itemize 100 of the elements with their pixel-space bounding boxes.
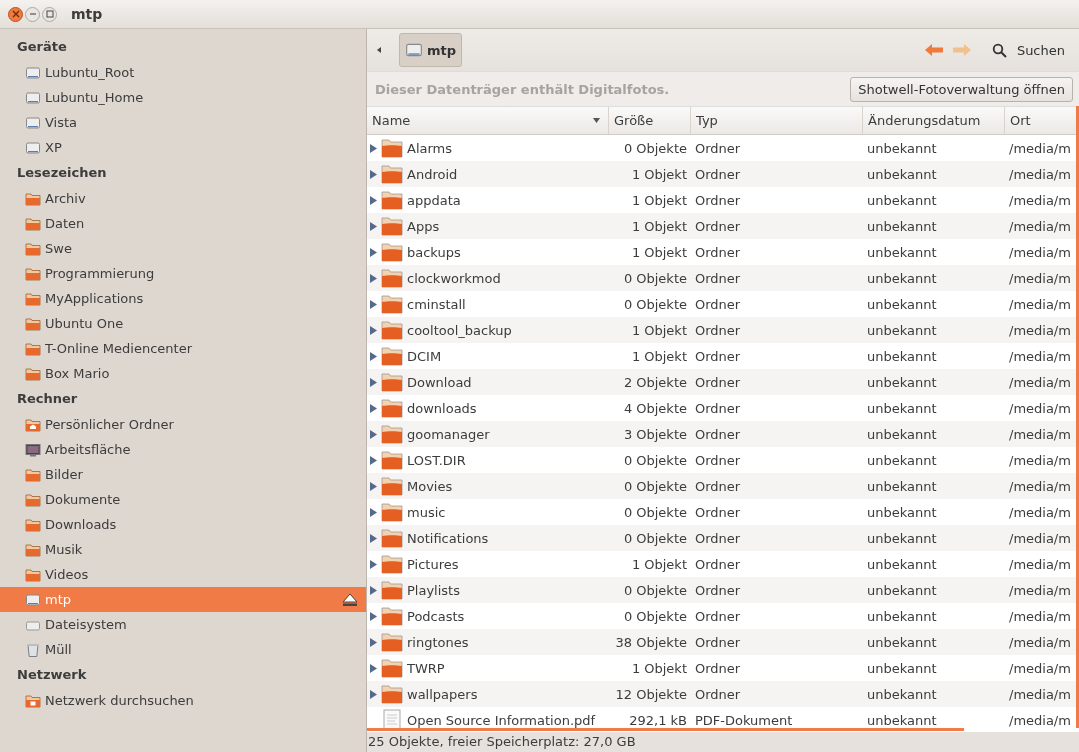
file-name[interactable]: ringtones: [407, 634, 469, 650]
vertical-scrollbar[interactable]: [1076, 106, 1079, 728]
column-header[interactable]: Größe: [609, 107, 691, 134]
file-name[interactable]: DCIM: [407, 348, 442, 364]
document-icon: [381, 709, 403, 728]
sidebar-item[interactable]: Müll: [0, 637, 366, 662]
folder-icon: [381, 450, 403, 470]
scroll-left-icon[interactable]: [377, 47, 381, 53]
location-cell: /media/m: [1009, 218, 1071, 234]
sidebar-item[interactable]: T-Online Mediencenter: [0, 336, 366, 361]
minimize-icon: [28, 10, 37, 18]
file-name[interactable]: Movies: [407, 478, 453, 494]
file-name[interactable]: clockworkmod: [407, 270, 501, 286]
folder-icon: [381, 684, 403, 704]
file-name[interactable]: wallpapers: [407, 686, 478, 702]
open-shotwell-button[interactable]: Shotwell-Fotoverwaltung öffnen: [850, 76, 1073, 102]
expander-icon[interactable]: [370, 299, 377, 309]
sidebar-item[interactable]: Box Mario: [0, 361, 366, 386]
folder-icon: [25, 265, 41, 282]
sidebar-item[interactable]: Daten: [0, 211, 366, 236]
eject-icon[interactable]: [342, 592, 358, 607]
expander-icon[interactable]: [370, 611, 377, 621]
column-header[interactable]: Name: [367, 107, 609, 134]
close-button[interactable]: [8, 6, 23, 22]
expander-icon[interactable]: [370, 507, 377, 517]
sidebar-item[interactable]: Ubuntu One: [0, 311, 366, 336]
sidebar-heading: Geräte: [16, 38, 68, 56]
expander-icon[interactable]: [370, 559, 377, 569]
file-name[interactable]: cminstall: [407, 296, 466, 312]
file-name[interactable]: cooltool_backup: [407, 322, 512, 338]
file-name[interactable]: LOST.DIR: [407, 452, 466, 468]
sidebar-item[interactable]: Downloads: [0, 512, 366, 537]
size-cell: 1 Objekt: [631, 166, 687, 182]
expander-icon[interactable]: [370, 663, 377, 673]
file-name[interactable]: Pictures: [407, 556, 459, 572]
expander-icon[interactable]: [370, 221, 377, 231]
file-name[interactable]: goomanager: [407, 426, 490, 442]
search-button[interactable]: Suchen: [985, 41, 1071, 59]
expander-icon[interactable]: [370, 195, 377, 205]
expander-icon[interactable]: [370, 689, 377, 699]
expander-icon[interactable]: [370, 169, 377, 179]
type-cell: Ordner: [695, 530, 741, 546]
expander-icon[interactable]: [370, 455, 377, 465]
file-name[interactable]: music: [407, 504, 446, 520]
size-cell: 0 Objekte: [623, 608, 687, 624]
file-name[interactable]: Android: [407, 166, 458, 182]
expander-icon[interactable]: [370, 533, 377, 543]
expander-icon[interactable]: [370, 637, 377, 647]
file-name[interactable]: Notifications: [407, 530, 489, 546]
sidebar-item[interactable]: Netzwerk durchsuchen: [0, 688, 366, 713]
sidebar-item[interactable]: Dateisystem: [0, 612, 366, 637]
date-cell: unbekannt: [867, 608, 937, 624]
file-name[interactable]: Podcasts: [407, 608, 465, 624]
file-name[interactable]: appdata: [407, 192, 461, 208]
sidebar-item[interactable]: Lubuntu_Root: [0, 60, 366, 85]
path-button[interactable]: mtp: [399, 33, 463, 67]
file-name[interactable]: Alarms: [407, 140, 453, 156]
column-header[interactable]: Ort: [1005, 107, 1076, 134]
sidebar-item[interactable]: Swe: [0, 236, 366, 261]
file-name[interactable]: Open Source Information.pdf: [407, 712, 596, 728]
sidebar-item[interactable]: Videos: [0, 562, 366, 587]
folder-icon: [25, 190, 41, 207]
expander-icon[interactable]: [370, 585, 377, 595]
type-cell: Ordner: [695, 140, 741, 156]
sidebar-item[interactable]: Lubuntu_Home: [0, 85, 366, 110]
sidebar-item[interactable]: Programmierung: [0, 261, 366, 286]
sidebar-item[interactable]: Musik: [0, 537, 366, 562]
expander-icon[interactable]: [370, 325, 377, 335]
type-cell: Ordner: [695, 504, 741, 520]
file-name[interactable]: Download: [407, 374, 472, 390]
sidebar-item[interactable]: Persönlicher Ordner: [0, 412, 366, 437]
expander-icon[interactable]: [370, 273, 377, 283]
expander-icon[interactable]: [370, 143, 377, 153]
sidebar-item[interactable]: Arbeitsfläche: [0, 437, 366, 462]
expander-icon[interactable]: [370, 403, 377, 413]
type-cell: Ordner: [695, 166, 741, 182]
location-cell: /media/m: [1009, 478, 1071, 494]
sidebar-item[interactable]: MyApplications: [0, 286, 366, 311]
sidebar-item[interactable]: Archiv: [0, 186, 366, 211]
expander-icon[interactable]: [370, 247, 377, 257]
column-header[interactable]: Änderungsdatum: [863, 107, 1005, 134]
maximize-button[interactable]: [42, 6, 57, 22]
folder-icon: [381, 190, 403, 210]
file-name[interactable]: downloads: [407, 400, 477, 416]
file-name[interactable]: TWRP: [407, 660, 445, 676]
expander-icon[interactable]: [370, 481, 377, 491]
location-cell: /media/m: [1009, 348, 1071, 364]
file-name[interactable]: backups: [407, 244, 461, 260]
horizontal-scrollbar[interactable]: [367, 728, 964, 731]
sidebar-item[interactable]: XP: [0, 135, 366, 160]
expander-icon[interactable]: [370, 377, 377, 387]
expander-icon[interactable]: [370, 429, 377, 439]
file-name[interactable]: Playlists: [407, 582, 460, 598]
sidebar-item[interactable]: Vista: [0, 110, 366, 135]
expander-icon[interactable]: [370, 351, 377, 361]
sidebar-item[interactable]: Dokumente: [0, 487, 366, 512]
file-name[interactable]: Apps: [407, 218, 440, 234]
date-cell: unbekannt: [867, 374, 937, 390]
sidebar-item[interactable]: Bilder: [0, 462, 366, 487]
column-header[interactable]: Typ: [691, 107, 863, 134]
